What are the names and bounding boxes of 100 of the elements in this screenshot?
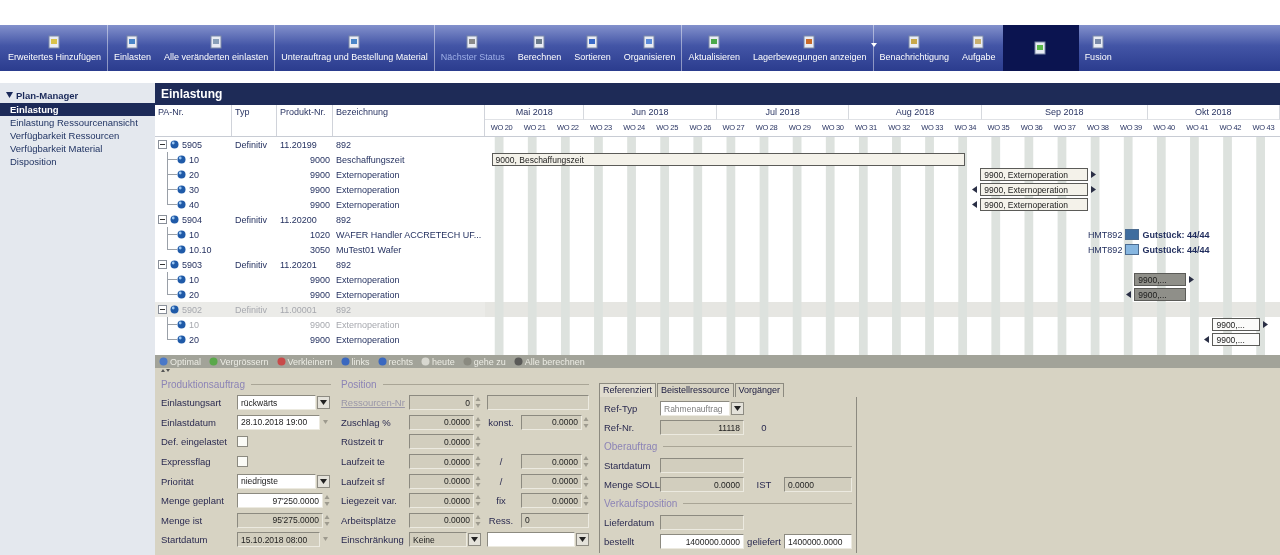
toolbar-button[interactable]: Unterauftrag und Bestellung Material — [275, 25, 435, 71]
ball-icon — [170, 305, 179, 314]
toolbar-button[interactable]: Erweitertes Hinzufügen — [2, 25, 109, 71]
field-label: 0 — [760, 422, 768, 433]
column-header[interactable]: PA-Nr. — [155, 105, 232, 136]
text-field[interactable]: 0.0000 — [660, 477, 744, 492]
document-icon — [347, 34, 361, 49]
field-label: IST — [755, 479, 773, 490]
document-icon — [1091, 34, 1105, 49]
number-field[interactable]: 0.0000 — [409, 473, 474, 489]
number-field[interactable]: 0.0000 — [521, 454, 582, 470]
toolbar-button[interactable]: Benachrichtigung — [873, 25, 957, 71]
ball-icon — [177, 290, 186, 299]
toolbar-button[interactable]: Lagerbewegungen anzeigen — [746, 25, 874, 71]
document-icon — [209, 34, 223, 49]
toolbar-button[interactable] — [1002, 25, 1079, 71]
resource-marker[interactable] — [1125, 244, 1140, 255]
column-header[interactable]: Produkt-Nr. — [277, 105, 333, 136]
tab[interactable]: Vorgänger — [734, 383, 785, 397]
document-icon — [907, 34, 921, 49]
field-label: / — [498, 456, 504, 468]
document-icon — [533, 34, 547, 49]
document-icon — [466, 34, 480, 49]
dropdown-button[interactable] — [317, 474, 330, 488]
select-field[interactable]: rückwärts — [237, 395, 316, 411]
operation-number: 10.10 — [189, 244, 212, 255]
number-field[interactable]: 95'275.0000 — [237, 512, 323, 528]
dropdown-button[interactable] — [468, 533, 481, 547]
product-number: 1020 — [309, 229, 330, 240]
description-text: Beschaffungszeit — [336, 154, 405, 165]
text-field[interactable]: 1400000.0000 — [784, 534, 852, 549]
caret-icon — [6, 92, 13, 98]
select-field[interactable]: niedrigste — [237, 473, 316, 489]
description-text: WAFER Handler ACCRETECH UF... — [336, 229, 482, 240]
month-header: Jun 2018 — [584, 105, 717, 120]
text-field[interactable] — [660, 515, 744, 530]
text-field[interactable]: 0.0000 — [784, 477, 852, 492]
document-icon — [1033, 41, 1047, 55]
collapse-icon[interactable] — [158, 305, 167, 314]
date-field[interactable]: 28.10.2018 19:00 — [237, 414, 320, 430]
sidebar-item[interactable]: Verfügbarkeit Ressourcen — [0, 129, 155, 142]
toolbar-button[interactable]: Aktualisieren — [682, 25, 747, 71]
gantt-bar[interactable]: 9000, Beschaffungszeit — [491, 153, 966, 166]
number-field[interactable]: 0.0000 — [409, 414, 474, 430]
sidebar-header[interactable]: Plan-Manager — [0, 87, 155, 103]
field-label: Einlastungsart — [161, 397, 223, 409]
toolbar-button[interactable]: Fusion — [1078, 25, 1119, 71]
toolbar-button[interactable]: Einlasten — [108, 25, 159, 71]
dropdown-button[interactable] — [317, 396, 330, 410]
toolbar-button[interactable]: Aufgabe — [956, 25, 1003, 71]
field-label: Menge ist — [161, 514, 204, 526]
circle-icon — [340, 357, 350, 366]
select-field[interactable] — [487, 532, 575, 548]
operation-number: 20 — [189, 169, 199, 180]
number-field[interactable]: 0.0000 — [409, 493, 474, 509]
circle-icon — [276, 357, 286, 366]
collapse-icon[interactable] — [158, 140, 167, 149]
description-text: Externoperation — [336, 199, 400, 210]
collapse-icon[interactable] — [158, 215, 167, 224]
sidebar-item[interactable]: Einlastung — [0, 103, 155, 116]
number-field[interactable]: 0.0000 — [521, 414, 582, 430]
toolbar-button[interactable]: Berechnen — [511, 25, 569, 71]
text-field[interactable]: 1400000.0000 — [660, 534, 744, 549]
dropdown-button[interactable] — [576, 533, 589, 547]
caret-icon — [734, 406, 741, 411]
number-field[interactable]: 97'250.0000 — [237, 493, 323, 509]
number-field[interactable]: 0.0000 — [521, 473, 582, 489]
operation-number: 10 — [189, 274, 199, 285]
collapse-icon[interactable] — [158, 260, 167, 269]
field-label: Rüstzeit tr — [341, 436, 385, 448]
product-number: 9900 — [309, 334, 330, 345]
tab[interactable]: Referenziert — [599, 383, 657, 397]
checkbox[interactable] — [237, 456, 248, 468]
sidebar-item[interactable]: Disposition — [0, 155, 155, 168]
date-field[interactable]: 15.10.2018 08:00 — [237, 532, 320, 548]
text-field[interactable]: 11118 — [660, 420, 744, 435]
type-text: Definitiv — [235, 304, 267, 315]
toolbar-button[interactable]: Organisieren — [617, 25, 683, 71]
column-header[interactable]: Bezeichnung — [333, 105, 485, 136]
column-header[interactable]: Typ — [232, 105, 277, 136]
number-field[interactable]: 0.0000 — [409, 454, 474, 470]
number-field[interactable]: 0.0000 — [409, 434, 474, 450]
select-field[interactable]: Keine — [409, 532, 467, 548]
dropdown-button[interactable] — [731, 402, 744, 415]
resource-label: HMT892 — [1087, 244, 1123, 255]
field-label: Menge SOLL — [604, 479, 660, 490]
number-field[interactable]: 0.0000 — [409, 512, 474, 528]
sidebar-item[interactable]: Einlastung Ressourcenansicht — [0, 116, 155, 129]
toolbar-button[interactable]: Alle veränderten einlasten — [158, 25, 276, 71]
toolbar-button[interactable]: Sortieren — [568, 25, 618, 71]
description-text: Externoperation — [336, 274, 400, 285]
text-field[interactable]: 0 — [521, 512, 589, 528]
caret-icon[interactable] — [870, 43, 877, 47]
resource-marker[interactable] — [1125, 229, 1140, 240]
sidebar-item[interactable]: Verfügbarkeit Material — [0, 142, 155, 155]
text-field[interactable] — [660, 458, 744, 473]
number-field[interactable]: 0.0000 — [521, 493, 582, 509]
tab[interactable]: Beistellressource — [657, 383, 734, 397]
group-title: Produktionsauftrag — [161, 378, 245, 390]
checkbox[interactable] — [237, 436, 248, 448]
